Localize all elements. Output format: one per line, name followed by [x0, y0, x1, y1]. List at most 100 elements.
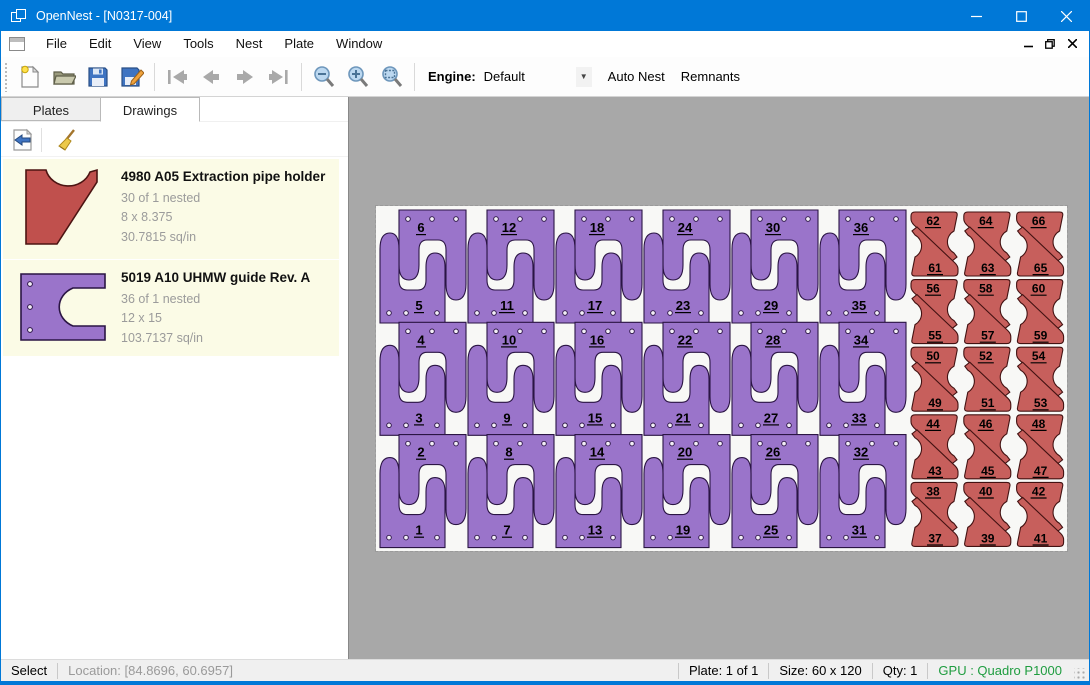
nest-pair-purple: 65	[380, 210, 466, 323]
part-number: 9	[503, 410, 510, 425]
zoom-fit-button[interactable]	[376, 61, 408, 93]
menu-tools[interactable]: Tools	[172, 32, 224, 55]
part-number: 2	[417, 445, 424, 460]
previous-plate-button[interactable]	[195, 61, 227, 93]
nest-canvas[interactable]: 6512111817242330293635431091615222128273…	[348, 97, 1089, 659]
open-button[interactable]	[48, 61, 80, 93]
tab-drawings[interactable]: Drawings	[100, 97, 200, 122]
zoom-in-button[interactable]	[342, 61, 374, 93]
nest-pair-purple: 2221	[644, 322, 730, 435]
save-icon	[87, 66, 109, 88]
zoom-in-icon	[346, 65, 370, 89]
toolbar-grip[interactable]	[4, 62, 9, 92]
part-number: 42	[1032, 484, 1046, 498]
cursor-location: Location: [84.8696, 60.6957]	[58, 663, 243, 678]
part-number: 17	[588, 298, 602, 313]
remnants-button[interactable]: Remnants	[673, 63, 748, 90]
part-number: 48	[1032, 417, 1046, 431]
part-number: 19	[676, 523, 690, 538]
engine-combobox[interactable]: Default ▼	[482, 65, 592, 89]
nest-pair-purple: 87	[468, 435, 554, 548]
chevron-down-icon[interactable]: ▼	[576, 67, 592, 87]
nest-pair-red: 4241	[1017, 482, 1064, 546]
menu-plate[interactable]: Plate	[273, 32, 325, 55]
next-plate-button[interactable]	[229, 61, 261, 93]
part-number: 65	[1034, 261, 1048, 275]
part-number: 54	[1032, 349, 1046, 363]
mdi-restore-button[interactable]	[1039, 34, 1061, 54]
part-number: 38	[926, 484, 940, 498]
nest-pair-red: 4847	[1017, 415, 1064, 479]
import-drawing-button[interactable]	[7, 126, 37, 154]
nest-pair-red: 6665	[1017, 212, 1064, 276]
maximize-button[interactable]	[999, 1, 1044, 31]
nest-pair-purple: 1615	[556, 322, 642, 435]
minimize-button[interactable]	[954, 1, 999, 31]
nest-svg: 6512111817242330293635431091615222128273…	[376, 206, 1067, 551]
part-number: 58	[979, 282, 993, 296]
nest-pair-purple: 109	[468, 322, 554, 435]
nest-pair-purple: 43	[380, 322, 466, 435]
mdi-close-button[interactable]	[1061, 34, 1083, 54]
mdi-minimize-button[interactable]	[1017, 34, 1039, 54]
part-number: 39	[981, 531, 995, 545]
save-as-icon	[120, 66, 144, 88]
part-number: 50	[926, 349, 940, 363]
tab-plates[interactable]: Plates	[1, 97, 101, 121]
nest-pair-red: 6463	[964, 212, 1011, 276]
nest-pair-red: 44 43	[911, 415, 958, 479]
close-icon	[1061, 11, 1072, 22]
save-button[interactable]	[82, 61, 114, 93]
nest-pair-purple: 2019	[644, 435, 730, 548]
menu-window[interactable]: Window	[325, 32, 393, 55]
menu-nest[interactable]: Nest	[225, 32, 274, 55]
zoom-out-button[interactable]	[308, 61, 340, 93]
last-plate-button[interactable]	[263, 61, 295, 93]
close-button[interactable]	[1044, 1, 1089, 31]
nest-pair-red: 5857	[964, 280, 1011, 344]
list-item[interactable]: 4980 A05 Extraction pipe holder 30 of 1 …	[3, 159, 339, 259]
menu-view[interactable]: View	[122, 32, 172, 55]
drawing-thumbnail-purple	[13, 266, 113, 348]
drawing-area: 103.7137 sq/in	[121, 329, 333, 348]
part-number: 64	[979, 214, 993, 228]
plate-sheet[interactable]: 6512111817242330293635431091615222128273…	[376, 206, 1067, 551]
first-plate-button[interactable]	[161, 61, 193, 93]
part-number: 13	[588, 523, 602, 538]
toolbar-separator	[41, 128, 42, 152]
clear-drawings-button[interactable]	[52, 126, 82, 154]
save-as-button[interactable]	[116, 61, 148, 93]
new-nest-button[interactable]	[14, 61, 46, 93]
nest-pair-purple: 3433	[820, 322, 906, 435]
part-number: 51	[981, 396, 995, 410]
drawing-nested-count: 30 of 1 nested	[121, 189, 333, 208]
part-number: 25	[764, 523, 778, 538]
mdi-document-icon[interactable]	[9, 37, 25, 51]
auto-nest-button[interactable]: Auto Nest	[600, 63, 673, 90]
menu-edit[interactable]: Edit	[78, 32, 122, 55]
import-arrow-icon	[10, 128, 34, 152]
list-item[interactable]: 5019 A10 UHMW guide Rev. A 36 of 1 neste…	[3, 260, 339, 356]
part-number: 6	[417, 220, 424, 235]
app-icon	[11, 9, 27, 23]
part-number: 44	[926, 417, 940, 431]
menu-file[interactable]: File	[35, 32, 78, 55]
nest-pair-red: 5453	[1017, 347, 1064, 411]
nest-pair-purple: 1413	[556, 435, 642, 548]
drawing-size: 8 x 8.375	[121, 208, 333, 227]
part-number: 30	[766, 220, 780, 235]
resize-grip[interactable]	[1074, 668, 1086, 680]
part-number: 32	[854, 445, 868, 460]
first-arrow-icon	[166, 68, 188, 86]
plate-count: Plate: 1 of 1	[679, 663, 768, 678]
drawing-thumbnail-red	[13, 165, 113, 251]
nest-pair-red: 6059	[1017, 280, 1064, 344]
zoom-fit-icon	[380, 65, 404, 89]
part-number: 26	[766, 445, 780, 460]
side-panel: Plates Drawings	[1, 97, 348, 659]
part-number: 7	[503, 523, 510, 538]
part-number: 60	[1032, 282, 1046, 296]
part-number: 43	[928, 464, 942, 478]
part-number: 61	[928, 261, 942, 275]
part-number: 5	[415, 298, 422, 313]
